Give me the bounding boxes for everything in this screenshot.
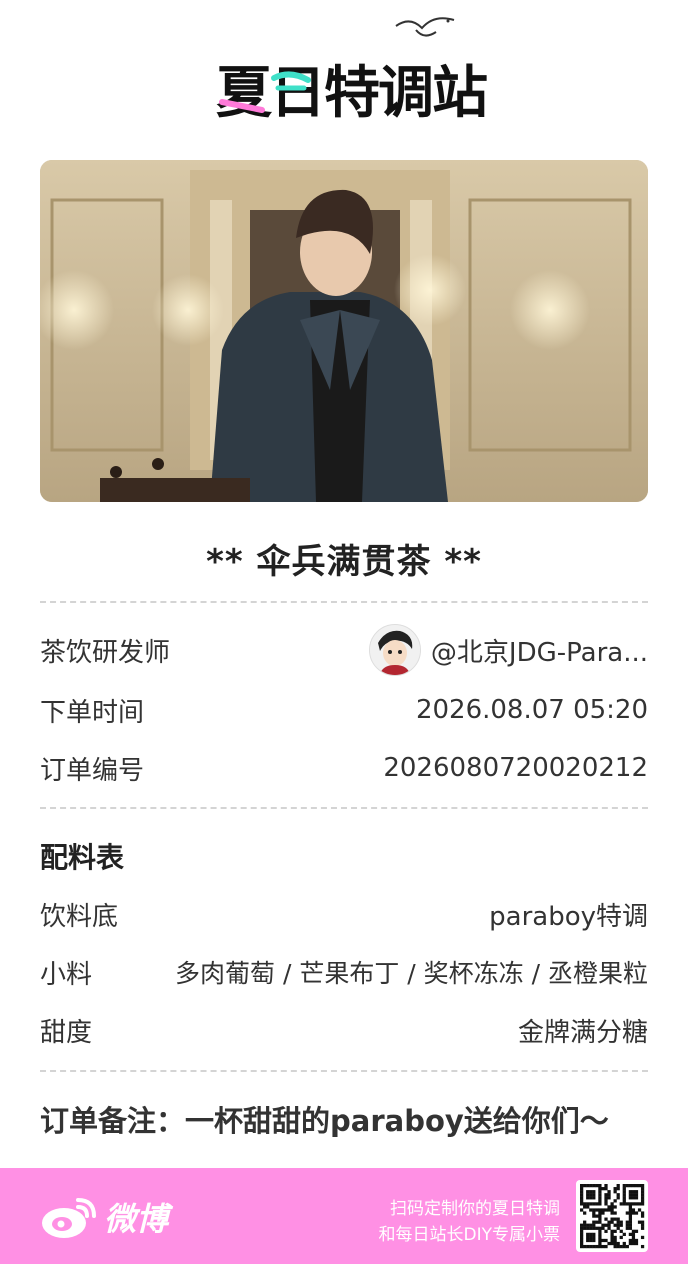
qr-code-icon bbox=[580, 1184, 645, 1249]
base-label: 饮料底 bbox=[40, 901, 119, 932]
order-time-label: 下单时间 bbox=[40, 697, 145, 728]
designer-name[interactable]: @北京JDG-Para... bbox=[431, 632, 648, 669]
sweetness-label: 甜度 bbox=[40, 1017, 93, 1048]
order-time-row: 下单时间 2026.08.07 05:20 bbox=[40, 688, 648, 732]
promo-text: 扫码定制你的夏日特调 和每日站长DIY专属小票 bbox=[379, 1196, 561, 1248]
qr-code[interactable] bbox=[576, 1180, 648, 1252]
footer-banner: 微博 扫码定制你的夏日特调 和每日站长DIY专属小票 bbox=[0, 1168, 688, 1264]
divider bbox=[40, 601, 648, 603]
divider bbox=[40, 1070, 648, 1072]
order-note: 订单备注：一杯甜甜的paraboy送给你们～ bbox=[40, 1104, 609, 1138]
order-time-value: 2026.08.07 05:20 bbox=[415, 695, 648, 725]
order-number-value: 2026080720020212 bbox=[383, 753, 648, 783]
logo: 夏日特调站 bbox=[216, 44, 488, 126]
header: 夏日特调站 bbox=[0, 0, 688, 150]
promo-line-1: 扫码定制你的夏日特调 bbox=[390, 1199, 560, 1219]
sweetness-value: 金牌满分糖 bbox=[517, 1017, 648, 1048]
ingredients-title: 配料表 bbox=[40, 841, 125, 874]
weibo-brand[interactable]: 微博 bbox=[40, 1192, 168, 1242]
weibo-logo-icon bbox=[42, 1198, 96, 1238]
toppings-row: 小料 多肉葡萄 / 芒果布丁 / 奖杯冻冻 / 丞橙果粒 bbox=[40, 950, 648, 994]
toppings-label: 小料 bbox=[40, 959, 93, 990]
portrait-photo bbox=[40, 160, 648, 502]
logo-text: 夏日特调站 bbox=[216, 61, 488, 126]
designer-row: 茶饮研发师 @北京JDG-Para... bbox=[40, 624, 648, 676]
designer-info[interactable]: @北京JDG-Para... bbox=[368, 624, 648, 676]
toppings-value: 多肉葡萄 / 芒果布丁 / 奖杯冻冻 / 丞橙果粒 bbox=[175, 959, 648, 988]
designer-label: 茶饮研发师 bbox=[40, 637, 171, 668]
sweetness-row: 甜度 金牌满分糖 bbox=[40, 1008, 648, 1052]
drink-title: ** 伞兵满贯茶 ** bbox=[206, 542, 482, 582]
base-value: paraboy特调 bbox=[489, 901, 648, 932]
order-number-label: 订单编号 bbox=[40, 755, 145, 786]
designer-avatar[interactable] bbox=[368, 624, 421, 676]
divider bbox=[40, 807, 648, 809]
order-number-row: 订单编号 2026080720020212 bbox=[40, 746, 648, 790]
seagull-icon bbox=[395, 17, 455, 37]
weibo-label: 微博 bbox=[104, 1200, 169, 1238]
base-row: 饮料底 paraboy特调 bbox=[40, 892, 648, 936]
promo-line-2: 和每日站长DIY专属小票 bbox=[378, 1225, 561, 1245]
